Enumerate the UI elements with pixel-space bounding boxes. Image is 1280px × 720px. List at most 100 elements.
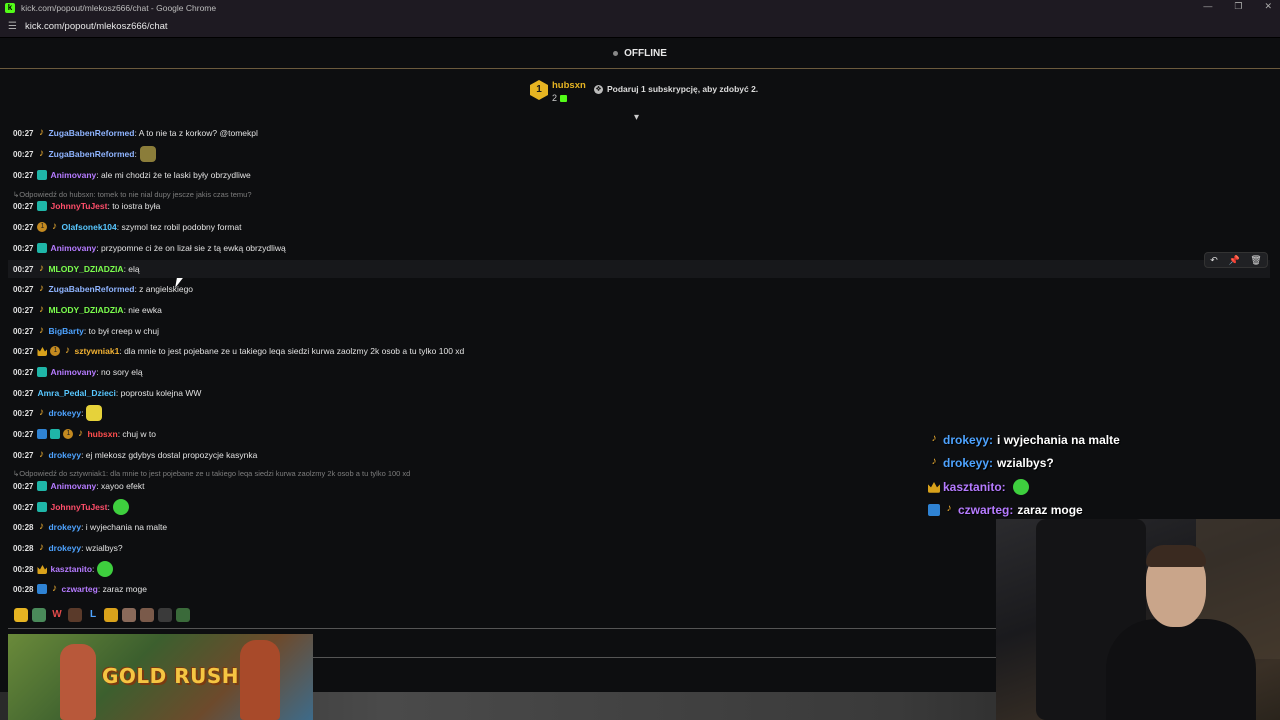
chat-message[interactable]: 00:27 1 ♪ hubsxn: chuj w to	[13, 425, 156, 443]
vip-badge-icon	[37, 201, 48, 211]
webcam-person-hair	[1146, 545, 1206, 567]
message-text: :	[134, 149, 137, 159]
message-username[interactable]: ZugaBabenReformed	[48, 149, 134, 159]
message-username[interactable]: czwarteg	[61, 584, 97, 594]
spongebob-emote-icon	[86, 405, 103, 421]
chat-message[interactable]: 00:27 ♪ ZugaBabenReformed: z angielskiego	[13, 280, 193, 298]
message-username[interactable]: Animovany	[50, 170, 96, 180]
message-username[interactable]: ZugaBabenReformed	[48, 128, 134, 138]
message-username[interactable]: drokeyy	[48, 408, 81, 418]
face-emote-icon[interactable]	[32, 608, 46, 622]
message-timestamp: 00:27	[13, 408, 34, 418]
chat-message[interactable]: 00:27 ♪ drokeyy: ej mlekosz gdybys dostal …	[13, 446, 257, 464]
chat-message[interactable]: 00:27 Animovany: ale mi chodzi że te lask…	[13, 166, 251, 184]
person-emote-icon[interactable]	[122, 608, 136, 622]
site-settings-icon[interactable]: ☰	[8, 21, 17, 32]
l-emote-icon[interactable]: L	[86, 608, 100, 622]
frog-emote-icon	[139, 146, 156, 162]
message-username[interactable]: kasztanito	[50, 564, 92, 574]
message-timestamp: 00:27	[13, 201, 34, 211]
message-username[interactable]: sztywniak1	[74, 346, 119, 356]
message-username[interactable]: drokeyy	[48, 543, 81, 553]
leader-username[interactable]: hubsxn	[552, 80, 586, 91]
vip-badge-icon	[37, 367, 48, 377]
sub-badge-icon: ♪	[38, 325, 44, 336]
chat-message[interactable]: 00:27 ♪ ZugaBabenReformed: A to nie ta z k…	[13, 124, 258, 142]
gift-leaderboard-item[interactable]: 1 hubsxn 2	[530, 80, 586, 103]
message-username[interactable]: JohnnyTuJest	[50, 502, 107, 512]
frog-emote-icon[interactable]	[176, 608, 190, 622]
chat-message[interactable]: 00:28 ♪ czwarteg: zaraz moge	[13, 580, 147, 598]
collapse-pinned-button[interactable]: ▾	[634, 112, 639, 123]
minimize-icon[interactable]: —	[1203, 1, 1212, 12]
message-username[interactable]: Animovany	[50, 367, 96, 377]
gift-sub-promo[interactable]: ❖ Podaruj 1 subskrypcję, aby zdobyć 2.	[594, 84, 758, 94]
gift-badge-icon: 1	[37, 222, 48, 232]
dance-emote-icon[interactable]	[158, 608, 172, 622]
address-bar[interactable]: ☰ kick.com/popout/mlekosz666/chat	[0, 16, 1280, 38]
message-timestamp: 00:27	[13, 450, 34, 460]
message-username[interactable]: hubsxn	[87, 429, 117, 439]
chat-message[interactable]: 00:27 ♪ ZugaBabenReformed:	[13, 145, 156, 163]
person2-emote-icon[interactable]	[140, 608, 154, 622]
chat-message[interactable]: 00:28 ♪ drokeyy: wzialbys?	[13, 539, 123, 557]
vip-badge-icon	[37, 170, 48, 180]
chat-message[interactable]: 00:28 kasztanito:	[13, 560, 114, 578]
chat-message[interactable]: 00:27 Animovany: xayoo efekt	[13, 477, 145, 495]
restore-icon[interactable]: ❐	[1234, 1, 1242, 12]
character-right	[240, 640, 280, 720]
chat-message[interactable]: 00:28 ♪ drokeyy: i wyjechania na malte	[13, 518, 167, 536]
chat-message[interactable]: 00:27 JohnnyTuJest:	[13, 498, 129, 516]
message-text: : szymol tez robil podobny format	[116, 222, 242, 232]
chat-message[interactable]: 00:27 ♪ drokeyy:	[13, 404, 103, 422]
message-username[interactable]: Amra_Pedal_Dzieci	[37, 388, 115, 398]
message-username[interactable]: Animovany	[50, 243, 96, 253]
chat-message[interactable]: 00:27 ♪ MLODY_DZIADZIA: elą	[8, 260, 1270, 278]
message-username[interactable]: drokeyy	[48, 522, 81, 532]
message-username[interactable]: BigBarty	[48, 326, 83, 336]
message-text: : dla mnie to jest pojebane ze u takiego…	[119, 346, 465, 356]
sub-badge-icon: ♪	[38, 148, 44, 159]
chat-message[interactable]: 00:27 ♪ MLODY_DZIADZIA: nie ewka	[13, 301, 162, 319]
w-emote-icon[interactable]: W	[50, 608, 64, 622]
message-timestamp: 00:27	[13, 170, 34, 180]
chat-message[interactable]: 00:27 Animovany: no sory elą	[13, 363, 143, 381]
delete-icon[interactable]: 🗑	[1250, 255, 1261, 266]
message-username[interactable]: Olafsonek104	[61, 222, 116, 232]
gift-sub-promo-text: Podaruj 1 subskrypcję, aby zdobyć 2.	[607, 84, 759, 94]
message-timestamp: 00:28	[13, 543, 34, 553]
message-username[interactable]: MLODY_DZIADZIA	[48, 305, 123, 315]
banana-emote-icon[interactable]	[14, 608, 28, 622]
stream-status-bar: OFFLINE	[0, 38, 1280, 69]
chat-message[interactable]: 00:27 ♪ BigBarty: to był creep w chuj	[13, 322, 159, 340]
sub-badge-icon: ♪	[946, 503, 952, 515]
message-timestamp: 00:28	[13, 584, 34, 594]
vip-badge-icon	[50, 429, 61, 439]
overlay-username: drokeyy:	[943, 432, 994, 447]
dog-emote-icon[interactable]	[68, 608, 82, 622]
message-timestamp: 00:28	[13, 564, 34, 574]
chat-pinned-area: 1 hubsxn 2 ❖ Podaruj 1 subskrypcję, aby …	[0, 70, 1280, 123]
pin-icon[interactable]: 📌	[1228, 255, 1239, 266]
chat-message[interactable]: 00:27 Amra_Pedal_Dzieci: poprostu kolejna…	[13, 384, 201, 402]
message-username[interactable]: JohnnyTuJest	[50, 201, 107, 211]
chat-message[interactable]: 00:27 1 ♪ sztywniak1: dla mnie to jest poje…	[13, 342, 464, 360]
message-username[interactable]: MLODY_DZIADZIA	[48, 264, 123, 274]
crown-badge-icon	[37, 565, 48, 574]
message-username[interactable]: ZugaBabenReformed	[48, 284, 134, 294]
message-text: : i wyjechania na malte	[81, 522, 168, 532]
chat-message[interactable]: 00:27 1 ♪ Olafsonek104: szymol tez robil po…	[13, 218, 241, 236]
close-icon[interactable]: ✕	[1264, 1, 1272, 12]
message-username[interactable]: Animovany	[50, 481, 96, 491]
message-timestamp: 00:28	[13, 522, 34, 532]
message-text: :	[92, 564, 95, 574]
chat-message[interactable]: 00:27 Animovany: przypomne ci że on lizał…	[13, 239, 286, 257]
message-text: : no sory elą	[96, 367, 143, 377]
game-banner: GOLD RUSH	[8, 634, 313, 720]
url-text[interactable]: kick.com/popout/mlekosz666/chat	[25, 21, 168, 32]
chat-message[interactable]: 00:27 JohnnyTuJest: to iostra była	[13, 197, 160, 215]
horn-emote-icon[interactable]	[104, 608, 118, 622]
reply-icon[interactable]: ↶	[1210, 255, 1218, 266]
message-text: :	[107, 502, 110, 512]
message-username[interactable]: drokeyy	[48, 450, 81, 460]
